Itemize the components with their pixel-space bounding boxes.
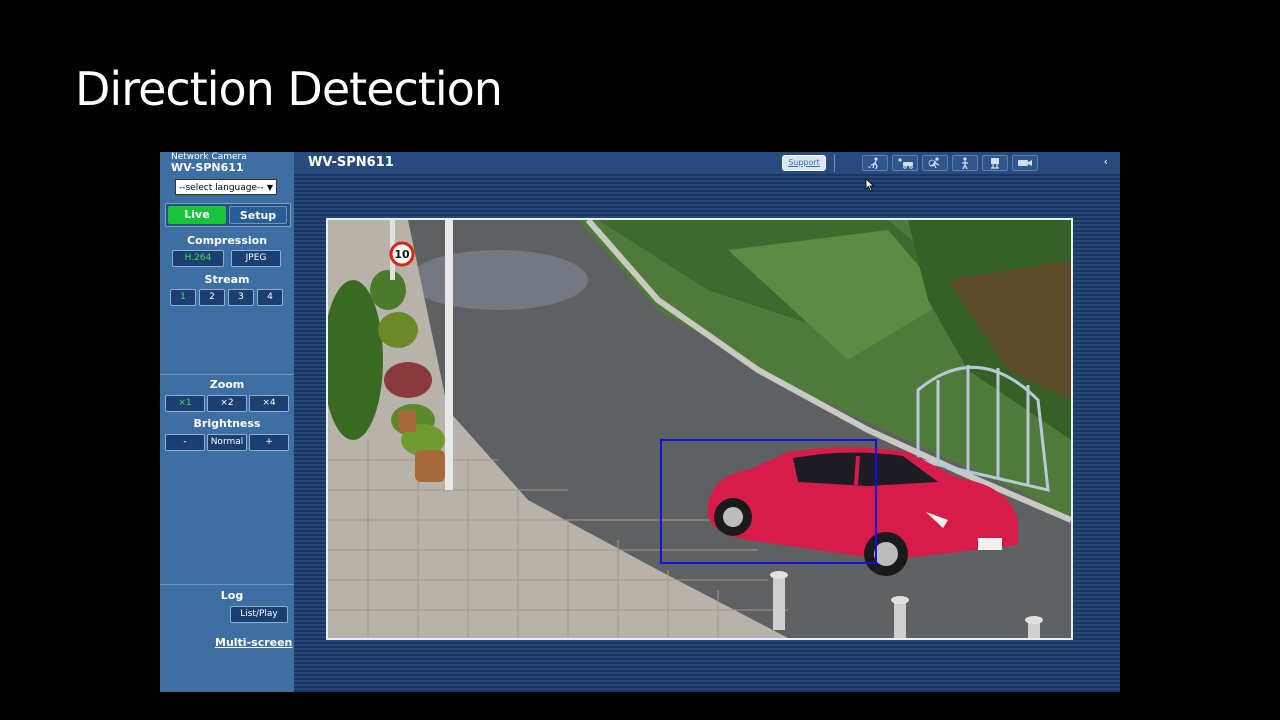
- live-video-frame[interactable]: 10: [326, 218, 1073, 640]
- camera-header: WV-SPN611 Support ‹: [294, 152, 1120, 174]
- sidebar-model-name: WV-SPN611: [171, 161, 244, 174]
- zoom-x1-button[interactable]: ×1: [165, 395, 205, 412]
- live-video-image: 10: [328, 220, 1071, 638]
- compression-label: Compression: [186, 234, 268, 247]
- zoom-x2-button[interactable]: ×2: [207, 395, 247, 412]
- brightness-plus-button[interactable]: +: [249, 434, 289, 451]
- brightness-normal-button[interactable]: Normal: [207, 434, 247, 451]
- stream-3-button[interactable]: 3: [228, 289, 254, 306]
- vehicle-icon[interactable]: [892, 155, 918, 171]
- person-run-icon[interactable]: [922, 155, 948, 171]
- brightness-minus-button[interactable]: -: [165, 434, 205, 451]
- stream-1-button[interactable]: 1: [170, 289, 196, 306]
- zoom-x4-button[interactable]: ×4: [249, 395, 289, 412]
- compression-jpeg-button[interactable]: JPEG: [231, 250, 281, 267]
- log-list-play-button[interactable]: List/Play: [230, 606, 288, 623]
- header-separator: [834, 154, 835, 172]
- brightness-label: Brightness: [193, 417, 261, 430]
- slide-title: Direction Detection: [75, 62, 503, 116]
- tab-setup[interactable]: Setup: [229, 206, 287, 224]
- collapse-arrow-icon[interactable]: ‹: [1104, 155, 1108, 168]
- multi-screen-link[interactable]: Multi-screen: [215, 636, 292, 649]
- compression-h264-button[interactable]: H.264: [172, 250, 224, 267]
- stream-2-button[interactable]: 2: [199, 289, 225, 306]
- stream-label: Stream: [204, 273, 250, 286]
- flag-icon[interactable]: [982, 155, 1008, 171]
- sidebar-divider: [160, 584, 294, 585]
- support-button[interactable]: Support: [782, 155, 826, 171]
- tab-live[interactable]: Live: [168, 206, 226, 224]
- language-select[interactable]: --select language-- ▼: [175, 179, 277, 195]
- language-select-value: --select language--: [179, 183, 264, 193]
- sidebar: Network Camera WV-SPN611 --select langua…: [160, 152, 294, 692]
- log-label: Log: [220, 589, 244, 602]
- speed-sign-text: 10: [394, 248, 410, 261]
- chevron-down-icon: ▼: [266, 183, 273, 192]
- mouse-cursor-icon: [865, 178, 875, 192]
- header-model-name: WV-SPN611: [308, 155, 394, 170]
- sidebar-divider: [160, 374, 294, 375]
- person-walk-icon[interactable]: [862, 155, 888, 171]
- camera-web-ui: Network Camera WV-SPN611 --select langua…: [160, 152, 1120, 692]
- camera-tamper-icon[interactable]: [1012, 155, 1038, 171]
- stream-4-button[interactable]: 4: [257, 289, 283, 306]
- zoom-label: Zoom: [209, 378, 245, 391]
- person-stand-icon[interactable]: [952, 155, 978, 171]
- mode-tabs: Live Setup: [165, 203, 291, 227]
